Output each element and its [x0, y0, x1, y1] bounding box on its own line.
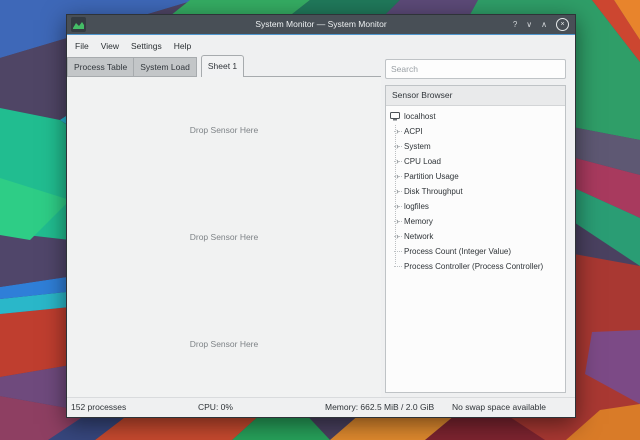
sensor-browser-panel: Sensor Browser localhost › ACPI › System…	[385, 85, 566, 393]
chevron-right-icon[interactable]: ›	[396, 199, 399, 213]
tab-sheet-1[interactable]: Sheet 1	[200, 55, 245, 77]
sensor-tree: localhost › ACPI › System › CPU Load › P…	[386, 106, 565, 274]
status-memory: Memory: 662.5 MiB / 2.0 GiB	[325, 402, 435, 412]
tree-item-label: Partition Usage	[404, 172, 459, 181]
status-cpu: CPU: 0%	[198, 402, 233, 412]
tree-item-process-controller[interactable]: Process Controller (Process Controller)	[386, 259, 565, 274]
tree-item-network[interactable]: › Network	[386, 229, 565, 244]
tree-item-label: Disk Throughput	[404, 187, 463, 196]
chevron-right-icon[interactable]: ›	[396, 124, 399, 138]
tree-item-label: System	[404, 142, 431, 151]
computer-icon	[390, 112, 400, 121]
search-input[interactable]	[385, 59, 566, 79]
app-window: System Monitor — System Monitor ? ∨ ∧ × …	[66, 14, 576, 418]
tree-item-label: ACPI	[404, 127, 423, 136]
chevron-right-icon[interactable]: ›	[396, 169, 399, 183]
app-body: File View Settings Help Process Table Sy…	[67, 35, 575, 417]
drop-zone-label: Drop Sensor Here	[189, 338, 259, 349]
tree-item-cpu-load[interactable]: › CPU Load	[386, 154, 565, 169]
tab-process-table[interactable]: Process Table	[67, 57, 135, 77]
status-process-count: 152 processes	[71, 402, 127, 412]
titlebar[interactable]: System Monitor — System Monitor ? ∨ ∧ ×	[67, 15, 575, 34]
drop-zone-label: Drop Sensor Here	[189, 232, 259, 242]
drop-zone[interactable]: Drop Sensor Here	[67, 290, 381, 397]
worksheet: Drop Sensor Here Drop Sensor Here Drop S…	[67, 77, 381, 397]
menu-item-settings[interactable]: Settings	[125, 35, 168, 57]
tree-item-partition-usage[interactable]: › Partition Usage	[386, 169, 565, 184]
chevron-right-icon[interactable]: ›	[396, 229, 399, 243]
system-monitor-app-icon	[71, 17, 86, 32]
tree-item-memory[interactable]: › Memory	[386, 214, 565, 229]
sensor-browser-header: Sensor Browser	[386, 86, 565, 106]
tree-item-process-count[interactable]: Process Count (Integer Value)	[386, 244, 565, 259]
tree-item-label: logfiles	[404, 202, 429, 211]
close-icon[interactable]: ×	[556, 18, 569, 31]
tree-item-label: Network	[404, 232, 434, 241]
menubar: File View Settings Help	[67, 35, 575, 57]
tab-bar-filler	[244, 57, 381, 77]
chevron-right-icon[interactable]: ›	[396, 139, 399, 153]
help-icon[interactable]: ?	[513, 15, 517, 34]
status-swap: No swap space available	[452, 402, 547, 412]
tree-item-localhost[interactable]: localhost	[386, 109, 565, 124]
minimize-icon[interactable]: ∨	[526, 15, 532, 34]
tree-item-label: CPU Load	[404, 157, 441, 166]
tree-item-label: Process Count (Integer Value)	[404, 247, 512, 256]
tree-item-logfiles[interactable]: › logfiles	[386, 199, 565, 214]
menu-item-view[interactable]: View	[95, 35, 125, 57]
drop-zone-label: Drop Sensor Here	[189, 125, 259, 136]
drop-zone[interactable]: Drop Sensor Here	[67, 77, 381, 184]
tree-item-label: Process Controller (Process Controller)	[404, 262, 544, 271]
tree-item-system[interactable]: › System	[386, 139, 565, 154]
tab-bar: Process Table System Load Sheet 1	[67, 55, 381, 77]
maximize-icon[interactable]: ∧	[541, 15, 547, 34]
tree-branch-line	[394, 251, 402, 252]
titlebar-controls: ? ∨ ∧ ×	[513, 15, 569, 34]
chevron-right-icon[interactable]: ›	[396, 214, 399, 228]
menu-item-file[interactable]: File	[69, 35, 95, 57]
desktop: System Monitor — System Monitor ? ∨ ∧ × …	[0, 0, 640, 440]
tree-item-label: Memory	[404, 217, 433, 226]
statusbar: 152 processes CPU: 0% Memory: 662.5 MiB …	[67, 397, 575, 417]
tree-branch-line	[394, 266, 402, 267]
chevron-right-icon[interactable]: ›	[396, 184, 399, 198]
menu-item-help[interactable]: Help	[168, 35, 197, 57]
tree-item-label: localhost	[404, 112, 436, 121]
chevron-right-icon[interactable]: ›	[396, 154, 399, 168]
drop-zone[interactable]: Drop Sensor Here	[67, 184, 381, 291]
tree-item-disk-throughput[interactable]: › Disk Throughput	[386, 184, 565, 199]
tab-system-load[interactable]: System Load	[133, 57, 197, 77]
tree-item-acpi[interactable]: › ACPI	[386, 124, 565, 139]
window-title: System Monitor — System Monitor	[255, 19, 387, 29]
